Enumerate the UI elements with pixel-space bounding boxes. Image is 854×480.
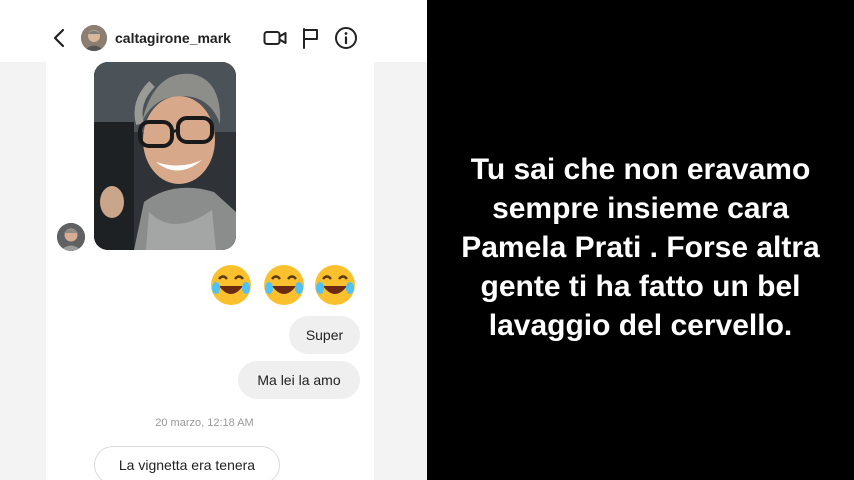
avatar[interactable] <box>81 25 107 51</box>
chat-header: caltagirone_mark <box>0 0 427 62</box>
message-bubble-super[interactable]: Super <box>289 316 360 354</box>
story-line: sempre insieme cara <box>492 192 789 225</box>
video-camera-icon[interactable] <box>263 28 287 48</box>
story-panel: Tu sai che non eravamo sempre insieme ca… <box>427 0 854 480</box>
info-icon[interactable] <box>334 26 358 50</box>
story-caption: Tu sai che non eravamo sempre insieme ca… <box>427 150 854 345</box>
story-line: Tu sai che non eravamo <box>470 153 811 186</box>
laughing-emoji-icon <box>264 265 304 305</box>
laughing-emoji-icon <box>211 265 251 305</box>
story-line: lavaggio del cervello. <box>488 309 793 342</box>
chat-username[interactable]: caltagirone_mark <box>115 30 231 46</box>
message-text: Super <box>305 327 344 343</box>
message-bubble-lei[interactable]: Ma lei la amo <box>238 361 360 399</box>
chat-screenshot-panel: caltagirone_mark Super Ma lei la amo 20 … <box>0 0 427 480</box>
flag-icon[interactable] <box>301 27 319 49</box>
laughing-emoji-icon <box>315 265 355 305</box>
message-text: Ma lei la amo <box>257 372 341 388</box>
story-line: gente ti ha fatto un bel <box>480 270 801 303</box>
message-bubble-vignetta[interactable]: La vignetta era tenera <box>94 446 280 480</box>
emoji-message[interactable] <box>208 262 360 308</box>
message-timestamp: 20 marzo, 12:18 AM <box>155 417 254 429</box>
sender-avatar[interactable] <box>57 223 85 251</box>
story-line: Pamela Prati . Forse altra <box>461 231 820 264</box>
chevron-left-icon[interactable] <box>52 28 66 48</box>
message-text: La vignetta era tenera <box>118 457 256 473</box>
photo-message[interactable] <box>94 62 236 250</box>
